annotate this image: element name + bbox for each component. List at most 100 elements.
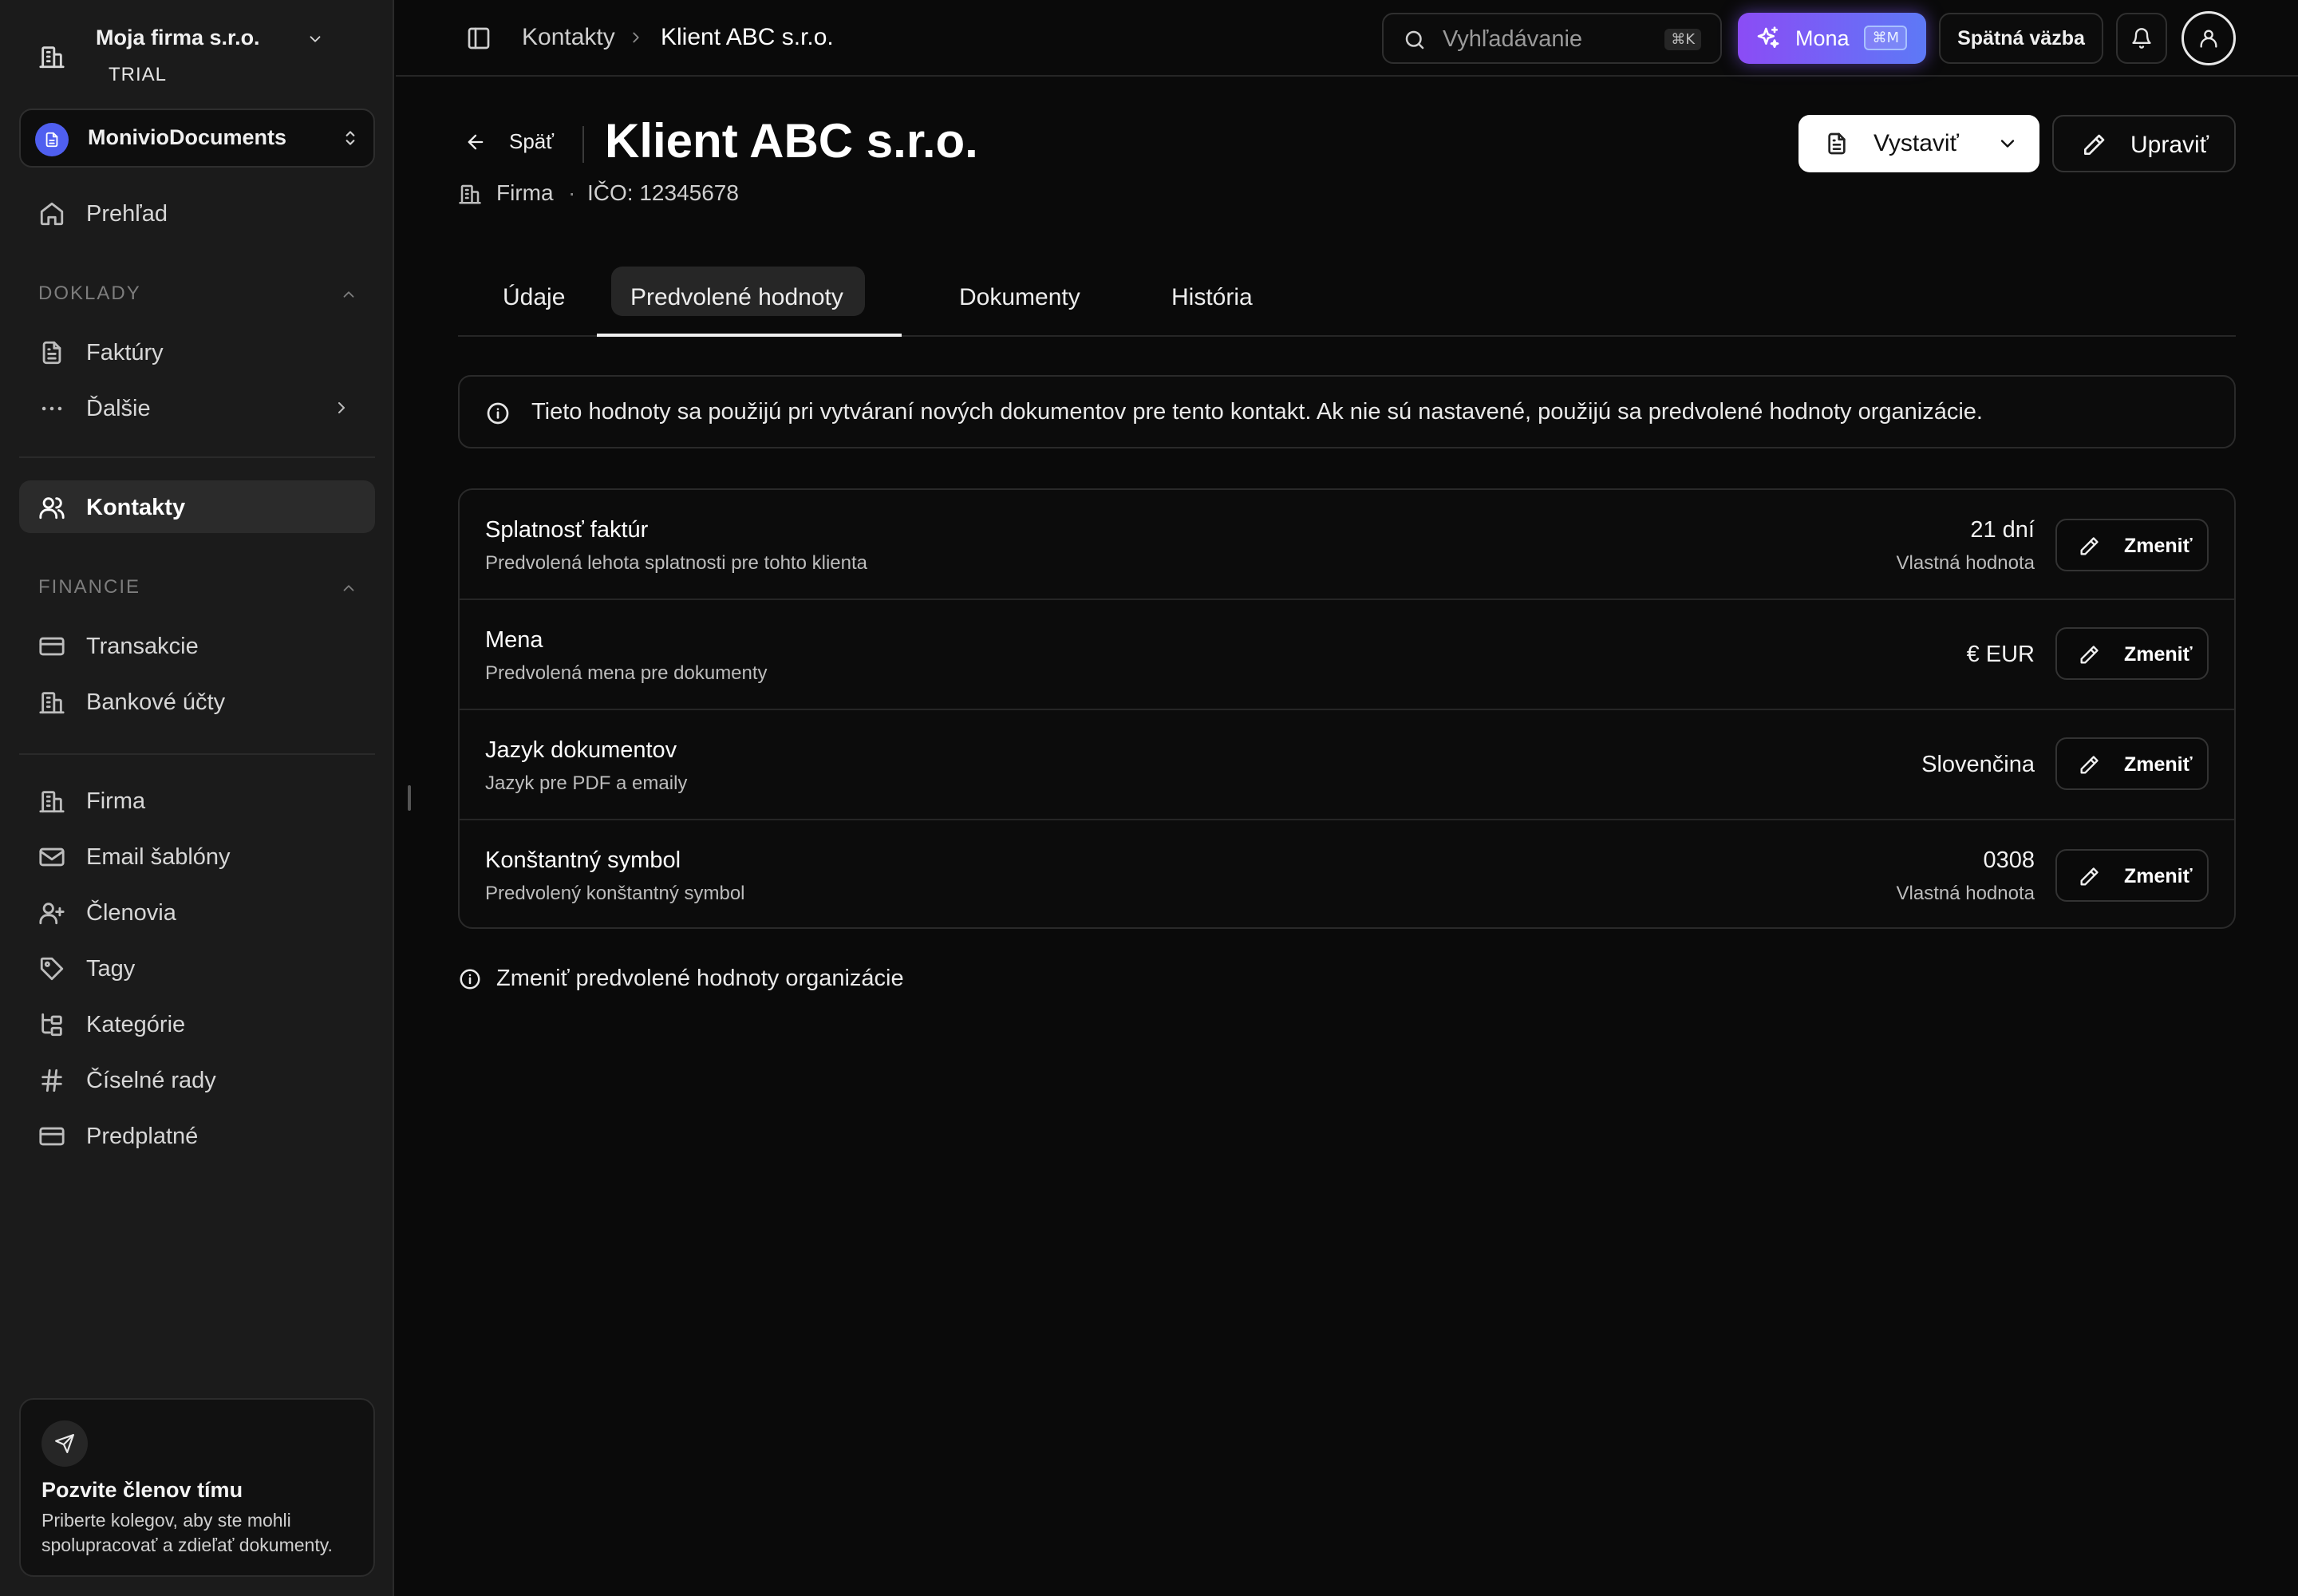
change-label: Zmeniť <box>2124 643 2193 666</box>
chevron-right-icon <box>627 29 645 46</box>
meta-separator: · <box>568 180 576 205</box>
credit-card-icon <box>38 1123 65 1150</box>
building-icon <box>38 689 65 716</box>
chevron-right-icon <box>332 398 351 417</box>
sidebar-item-bank-accounts[interactable]: Bankové účty <box>19 675 375 728</box>
setting-value: 21 dní <box>1970 517 2035 543</box>
building-icon <box>458 182 482 206</box>
pencil-icon <box>2078 535 2100 558</box>
mail-icon <box>38 843 65 871</box>
pencil-icon <box>2078 866 2100 888</box>
workspace-switcher[interactable]: MonivioDocuments <box>19 109 375 168</box>
setting-row-constant-symbol: Konštantný symbol Predvolený konštantný … <box>460 820 2234 927</box>
change-label: Zmeniť <box>2124 535 2193 557</box>
pencil-icon <box>2081 132 2106 158</box>
sidebar-item-members[interactable]: Členovia <box>19 886 375 938</box>
building-icon <box>38 43 65 70</box>
search-icon <box>1403 28 1427 52</box>
back-label: Späť <box>509 129 555 153</box>
sidebar-item-overview[interactable]: Prehľad <box>19 187 375 239</box>
assistant-button[interactable]: Mona ⌘M <box>1738 13 1926 64</box>
setting-title: Jazyk dokumentov <box>485 737 677 763</box>
home-icon <box>38 200 65 227</box>
tab-bar: Údaje Predvolené hodnoty Dokumenty Histó… <box>458 265 2236 337</box>
change-due-date-button[interactable]: Zmeniť <box>2055 519 2209 571</box>
sidebar-item-invoices[interactable]: Faktúry <box>19 326 375 378</box>
issue-document-button[interactable]: Vystaviť <box>1799 115 2039 172</box>
sidebar-item-subscription[interactable]: Predplatné <box>19 1109 375 1162</box>
chevron-up-icon <box>340 579 357 597</box>
sidebar-item-company[interactable]: Firma <box>19 774 375 827</box>
setting-description: Predvolená lehota splatnosti pre tohto k… <box>485 552 867 574</box>
tab-label: Predvolené hodnoty <box>630 284 843 310</box>
section-finance[interactable]: FINANCIE <box>38 576 357 600</box>
setting-row-due-date: Splatnosť faktúr Predvolená lehota splat… <box>460 490 2234 600</box>
hash-icon <box>38 1067 65 1094</box>
sidebar-item-email-templates[interactable]: Email šablóny <box>19 830 375 883</box>
users-icon <box>38 494 65 521</box>
send-icon <box>41 1420 88 1467</box>
setting-description: Jazyk pre PDF a emaily <box>485 772 688 794</box>
setting-title: Mena <box>485 627 543 653</box>
section-label: FINANCIE <box>38 576 141 598</box>
sidebar-item-label: Firma <box>86 788 146 814</box>
sidebar-item-label: Predplatné <box>86 1124 199 1149</box>
pencil-icon <box>2078 754 2100 776</box>
tab-label: Dokumenty <box>959 284 1080 310</box>
credit-card-icon <box>38 633 65 660</box>
setting-description: Predvolená mena pre dokumenty <box>485 662 768 684</box>
section-label: DOKLADY <box>38 282 141 304</box>
topbar: Kontakty Klient ABC s.r.o. Vyhľadávanie … <box>396 0 2298 77</box>
document-icon <box>35 123 69 156</box>
sidebar-divider <box>19 456 375 458</box>
assistant-shortcut: ⌘M <box>1864 26 1907 50</box>
edit-contact-button[interactable]: Upraviť <box>2052 115 2236 172</box>
sidebar-item-label: Tagy <box>86 956 136 982</box>
bell-icon <box>2130 27 2153 49</box>
chevron-up-icon <box>340 286 357 303</box>
sidebar-item-tags[interactable]: Tagy <box>19 942 375 994</box>
sidebar-item-label: Bankové účty <box>86 689 226 715</box>
change-language-button[interactable]: Zmeniť <box>2055 737 2209 790</box>
file-text-icon <box>1824 131 1850 156</box>
user-plus-icon <box>38 899 65 926</box>
sidebar-item-label: Transakcie <box>86 634 199 659</box>
info-icon <box>485 401 511 426</box>
org-defaults-label: Zmeniť predvolené hodnoty organizácie <box>496 966 904 991</box>
sidebar-item-more[interactable]: Ďalšie <box>19 381 375 434</box>
breadcrumb-contacts[interactable]: Kontakty <box>522 24 615 51</box>
sidebar-item-contacts[interactable]: Kontakty <box>19 480 375 533</box>
setting-title: Konštantný symbol <box>485 847 681 873</box>
search-input[interactable]: Vyhľadávanie ⌘K <box>1382 13 1722 64</box>
setting-value: € EUR <box>1966 642 2035 667</box>
setting-row-currency: Mena Predvolená mena pre dokumenty € EUR… <box>460 600 2234 710</box>
assistant-label: Mona <box>1795 26 1850 50</box>
sidebar-item-transactions[interactable]: Transakcie <box>19 619 375 672</box>
sidebar-item-number-series[interactable]: Číselné rady <box>19 1053 375 1106</box>
avatar[interactable] <box>2182 11 2236 65</box>
more-horizontal-icon <box>38 395 65 422</box>
change-constant-symbol-button[interactable]: Zmeniť <box>2055 849 2209 902</box>
info-alert: Tieto hodnoty sa použijú pri vytváraní n… <box>458 375 2236 448</box>
sidebar-divider <box>19 753 375 755</box>
org-switcher[interactable]: Moja firma s.r.o. TRIAL <box>38 22 357 91</box>
feedback-button[interactable]: Spätná väzba <box>1939 13 2103 64</box>
notifications-button[interactable] <box>2116 13 2167 64</box>
panel-left-icon[interactable] <box>466 26 492 51</box>
sidebar-item-label: Ďalšie <box>86 396 151 421</box>
chevrons-up-down-icon <box>340 128 361 148</box>
sidebar-resize-handle[interactable] <box>408 785 411 811</box>
setting-title: Splatnosť faktúr <box>485 517 649 543</box>
issue-label: Vystaviť <box>1874 130 1959 156</box>
sidebar-item-categories[interactable]: Kategórie <box>19 998 375 1050</box>
chevron-down-icon <box>1996 132 2019 155</box>
invite-card[interactable]: Pozvite členov tímu Priberte kolegov, ab… <box>19 1398 375 1577</box>
setting-source: Vlastná hodnota <box>1896 552 2035 574</box>
tab-active-indicator <box>597 334 902 337</box>
section-documents[interactable]: DOKLADY <box>38 282 357 306</box>
contact-type: Firma <box>496 180 554 205</box>
change-currency-button[interactable]: Zmeniť <box>2055 627 2209 680</box>
plan-badge: TRIAL <box>109 64 168 85</box>
sparkles-icon <box>1755 26 1781 51</box>
setting-source: Vlastná hodnota <box>1896 883 2035 904</box>
